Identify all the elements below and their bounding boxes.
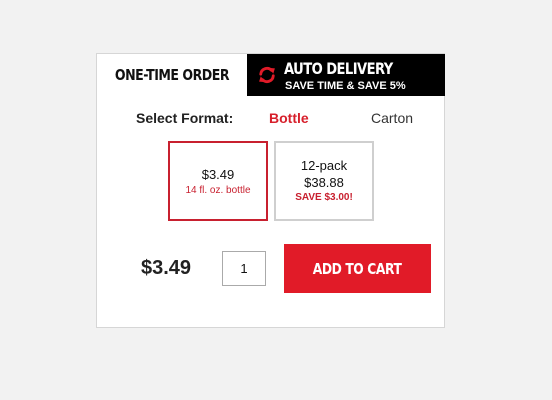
size-option-description: 14 fl. oz. bottle bbox=[185, 185, 251, 196]
quantity-input[interactable] bbox=[222, 251, 266, 286]
current-price: $3.49 bbox=[141, 257, 192, 279]
size-option-price: $3.49 bbox=[201, 167, 235, 182]
select-format-label: Select Format: bbox=[136, 110, 234, 126]
refresh-icon bbox=[259, 67, 275, 83]
format-option-carton[interactable]: Carton bbox=[371, 110, 413, 126]
tab-auto-delivery[interactable]: AUTO DELIVERY SAVE TIME & SAVE 5% bbox=[247, 54, 445, 96]
size-option-savings: SAVE $3.00! bbox=[295, 192, 353, 203]
size-option-single-bottle[interactable]: $3.49 14 fl. oz. bottle bbox=[168, 141, 268, 221]
add-to-cart-button[interactable]: ADD TO CART bbox=[284, 244, 431, 293]
auto-delivery-title: AUTO DELIVERY bbox=[284, 59, 393, 78]
size-option-name: 12-pack bbox=[300, 158, 348, 173]
tab-one-time-order[interactable]: ONE-TIME ORDER bbox=[97, 54, 247, 96]
add-to-cart-label: ADD TO CART bbox=[313, 259, 402, 278]
size-option-price: $38.88 bbox=[304, 175, 344, 190]
format-option-bottle[interactable]: Bottle bbox=[269, 110, 309, 126]
order-type-tabs: ONE-TIME ORDER AUTO DELIVERY SAVE TIME &… bbox=[97, 54, 445, 96]
size-option-12-pack[interactable]: 12-pack $38.88 SAVE $3.00! bbox=[274, 141, 374, 221]
product-purchase-card: ONE-TIME ORDER AUTO DELIVERY SAVE TIME &… bbox=[96, 53, 445, 328]
tab-one-time-order-label: ONE-TIME ORDER bbox=[114, 66, 230, 84]
auto-delivery-subtitle: SAVE TIME & SAVE 5% bbox=[285, 80, 406, 92]
